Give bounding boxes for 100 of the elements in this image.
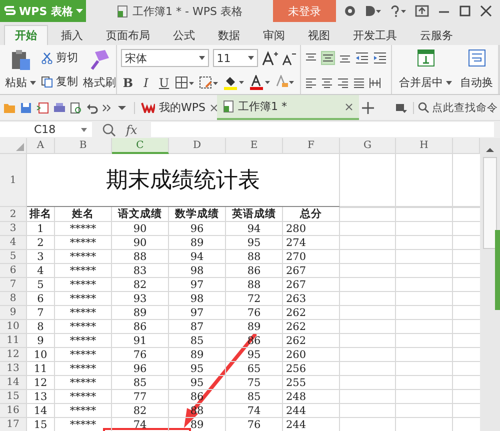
- copy-button[interactable]: 复制: [41, 74, 78, 89]
- align-center-icon[interactable]: [321, 78, 333, 88]
- cell-style-icon[interactable]: [199, 76, 219, 90]
- table-cell: 267: [283, 278, 340, 292]
- column-header[interactable]: D: [169, 138, 226, 154]
- column-header[interactable]: B: [55, 138, 112, 154]
- font-dropdown[interactable]: 宋体: [121, 49, 209, 67]
- corner-triangle-icon: [16, 143, 24, 151]
- wrap-text-button[interactable]: 自动换: [459, 47, 494, 92]
- distribute-icon[interactable]: [369, 78, 381, 88]
- tab-list-icon[interactable]: [395, 102, 407, 114]
- ribbon-tab[interactable]: 数据: [208, 25, 250, 45]
- print-preview-icon[interactable]: [70, 102, 82, 114]
- row-number[interactable]: 15: [0, 390, 27, 404]
- table-cell: 260: [283, 348, 340, 362]
- table-cell: 262: [283, 334, 340, 348]
- increase-indent-icon[interactable]: [373, 52, 387, 64]
- row-number[interactable]: 14: [0, 376, 27, 390]
- zoom-icon[interactable]: [102, 122, 116, 136]
- justify-icon[interactable]: [353, 78, 365, 88]
- function-button[interactable]: fx: [126, 122, 138, 136]
- document-tab[interactable]: 工作簿1 *: [217, 95, 359, 120]
- row-number[interactable]: 13: [0, 362, 27, 376]
- table-cell: 72: [226, 292, 283, 306]
- maximize-icon[interactable]: [459, 5, 471, 17]
- row-number[interactable]: 3: [0, 222, 27, 236]
- row-number[interactable]: 7: [0, 278, 27, 292]
- row-number[interactable]: 1: [0, 154, 27, 207]
- ribbon-tab[interactable]: 插入: [51, 25, 93, 45]
- caret-icon: [248, 56, 254, 60]
- ribbon-tab[interactable]: 审阅: [253, 25, 295, 45]
- row-number[interactable]: 4: [0, 236, 27, 250]
- vertical-align-button[interactable]: [321, 51, 335, 66]
- ribbon-tab[interactable]: 云服务: [410, 25, 463, 45]
- wrap-text-icon: [468, 49, 486, 67]
- align-left-icon[interactable]: [305, 78, 317, 88]
- table-cell: 94: [169, 250, 226, 264]
- command-search-field[interactable]: 点此查找命令: [413, 102, 500, 114]
- print-icon[interactable]: [53, 102, 66, 114]
- table-cell: 7: [27, 306, 55, 320]
- scroll-up-icon[interactable]: [484, 146, 496, 154]
- font-color-icon[interactable]: [249, 75, 271, 90]
- formula-input[interactable]: [151, 122, 494, 137]
- column-header[interactable]: A: [27, 138, 55, 154]
- row-number[interactable]: 9: [0, 306, 27, 320]
- row-number[interactable]: 16: [0, 404, 27, 418]
- undo-icon[interactable]: [86, 102, 98, 114]
- row-number[interactable]: 8: [0, 292, 27, 306]
- row-number[interactable]: 5: [0, 250, 27, 264]
- paste-button[interactable]: 粘贴: [4, 47, 37, 92]
- fill-color-icon[interactable]: [223, 75, 245, 90]
- table-cell: 97: [169, 306, 226, 320]
- vertical-scrollbar[interactable]: [480, 138, 500, 431]
- row-number[interactable]: 2: [0, 207, 27, 222]
- table-cell: 5: [27, 278, 55, 292]
- row-number[interactable]: 11: [0, 334, 27, 348]
- format-painter-button[interactable]: 格式刷: [82, 47, 117, 92]
- ribbon-tab[interactable]: 公式: [163, 25, 205, 45]
- table-cell: 14: [27, 404, 55, 418]
- w-logo-icon: [141, 102, 155, 113]
- upload-icon[interactable]: [415, 5, 429, 17]
- font-size-dropdown[interactable]: 11: [212, 49, 258, 67]
- table-cell: *****: [55, 236, 112, 250]
- column-header[interactable]: G: [340, 138, 396, 154]
- row-number[interactable]: 6: [0, 264, 27, 278]
- ribbon-tab[interactable]: 页面布局: [96, 25, 160, 45]
- new-tab-icon[interactable]: [361, 100, 375, 114]
- d-menu-icon[interactable]: [365, 5, 381, 17]
- row-number[interactable]: 12: [0, 348, 27, 362]
- cut-button[interactable]: 剪切: [41, 50, 78, 65]
- column-header[interactable]: E: [226, 138, 283, 154]
- align-right-icon[interactable]: [337, 78, 349, 88]
- merge-center-button[interactable]: 合并居中: [398, 47, 453, 92]
- column-header[interactable]: C: [112, 138, 169, 154]
- column-header[interactable]: F: [283, 138, 340, 154]
- table-cell: 91: [112, 334, 169, 348]
- clear-format-icon[interactable]: [275, 75, 295, 90]
- close-icon[interactable]: [480, 5, 492, 17]
- grow-font-icon[interactable]: [262, 50, 278, 66]
- cell-reference-box[interactable]: C18: [0, 122, 92, 137]
- ribbon-tab[interactable]: 视图: [298, 25, 340, 45]
- table-cell: *****: [55, 334, 112, 348]
- column-header[interactable]: H: [396, 138, 453, 154]
- document-tab[interactable]: 我的WPS: [135, 95, 215, 120]
- row-number[interactable]: 10: [0, 320, 27, 334]
- italic-button[interactable]: I: [139, 76, 153, 90]
- save-icon[interactable]: [20, 102, 32, 114]
- more-icon[interactable]: [102, 102, 112, 114]
- help-icon[interactable]: [390, 5, 406, 17]
- close-icon[interactable]: [210, 104, 218, 112]
- row-number[interactable]: 17: [0, 418, 27, 431]
- table-cell: *****: [55, 292, 112, 306]
- close-icon[interactable]: [345, 102, 353, 110]
- borders-icon[interactable]: [175, 76, 195, 90]
- ribbon-tab[interactable]: 开发工具: [343, 25, 407, 45]
- scrollbar-thumb[interactable]: [483, 157, 497, 249]
- decrease-indent-icon[interactable]: [355, 52, 369, 64]
- underline-button[interactable]: U: [157, 76, 171, 90]
- bold-button[interactable]: B: [121, 76, 135, 90]
- ribbon-tab[interactable]: 开始: [4, 25, 48, 45]
